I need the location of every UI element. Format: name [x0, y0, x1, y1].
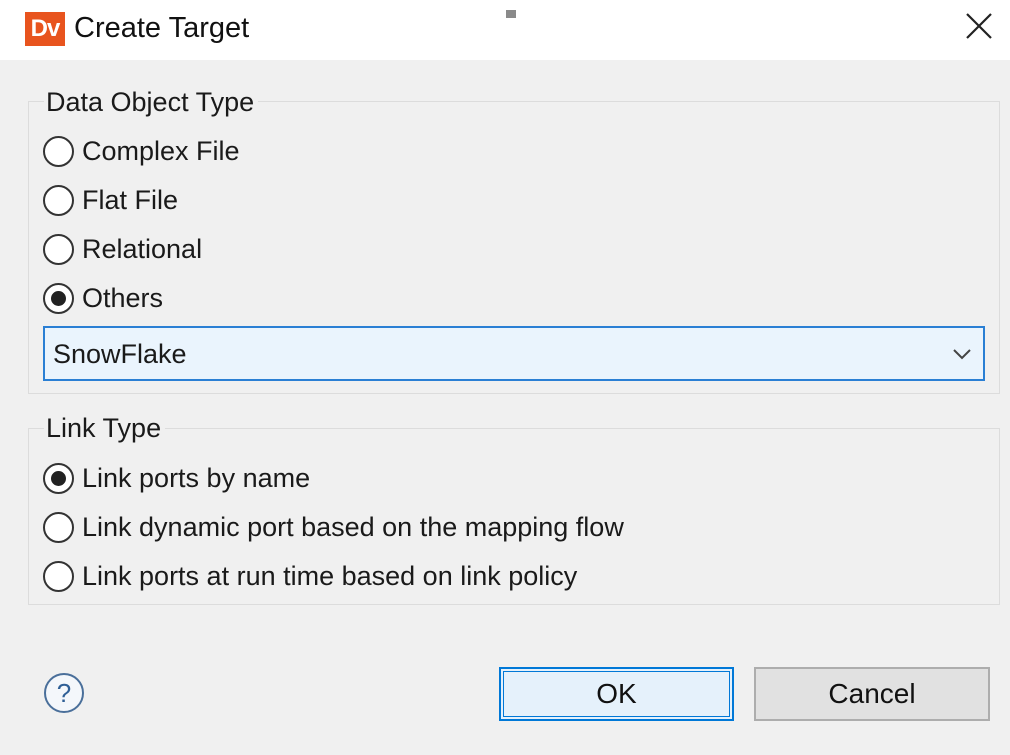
radio-button[interactable]: [43, 135, 74, 167]
radio-button[interactable]: [43, 560, 74, 592]
radio-label: Others: [82, 283, 164, 313]
radio-label: Link ports by name: [82, 463, 311, 493]
radio-label: Link ports at run time based on link pol…: [82, 561, 578, 591]
chevron-down-icon: [953, 349, 971, 360]
window-title: Create Target: [74, 12, 250, 44]
radio-link-dynamic-port[interactable]: Link dynamic port based on the mapping f…: [43, 507, 624, 547]
radio-button[interactable]: [43, 511, 74, 543]
radio-others[interactable]: Others: [43, 278, 163, 318]
radio-button-selected[interactable]: [43, 462, 74, 494]
radio-button[interactable]: [43, 184, 74, 216]
radio-link-ports-run-time[interactable]: Link ports at run time based on link pol…: [43, 556, 577, 596]
radio-label: Link dynamic port based on the mapping f…: [82, 512, 624, 542]
drag-grip-icon: [506, 10, 516, 18]
app-logo-icon: Dv: [25, 12, 65, 46]
radio-complex-file[interactable]: Complex File: [43, 131, 240, 171]
close-button[interactable]: [956, 6, 1002, 46]
dropdown-selected-value: SnowFlake: [53, 339, 187, 369]
radio-label: Flat File: [82, 185, 179, 215]
cancel-button[interactable]: Cancel: [754, 667, 990, 721]
cancel-button-label: Cancel: [828, 678, 916, 709]
svg-text:?: ?: [57, 678, 71, 708]
radio-button-selected[interactable]: [43, 282, 74, 314]
radio-label: Complex File: [82, 136, 240, 166]
link-type-legend: Link Type: [44, 412, 166, 444]
help-button[interactable]: ?: [42, 671, 86, 715]
radio-flat-file[interactable]: Flat File: [43, 180, 178, 220]
radio-label: Relational: [82, 234, 203, 264]
focus-ring: [503, 671, 730, 717]
radio-relational[interactable]: Relational: [43, 229, 202, 269]
close-icon: [966, 13, 992, 39]
title-bar: Dv Create Target: [0, 0, 1010, 60]
others-type-dropdown[interactable]: SnowFlake: [43, 326, 985, 381]
help-icon: ?: [44, 673, 84, 713]
data-object-type-legend: Data Object Type: [44, 86, 259, 118]
radio-button[interactable]: [43, 233, 74, 265]
ok-button[interactable]: OK: [499, 667, 734, 721]
radio-link-ports-by-name[interactable]: Link ports by name: [43, 458, 310, 498]
